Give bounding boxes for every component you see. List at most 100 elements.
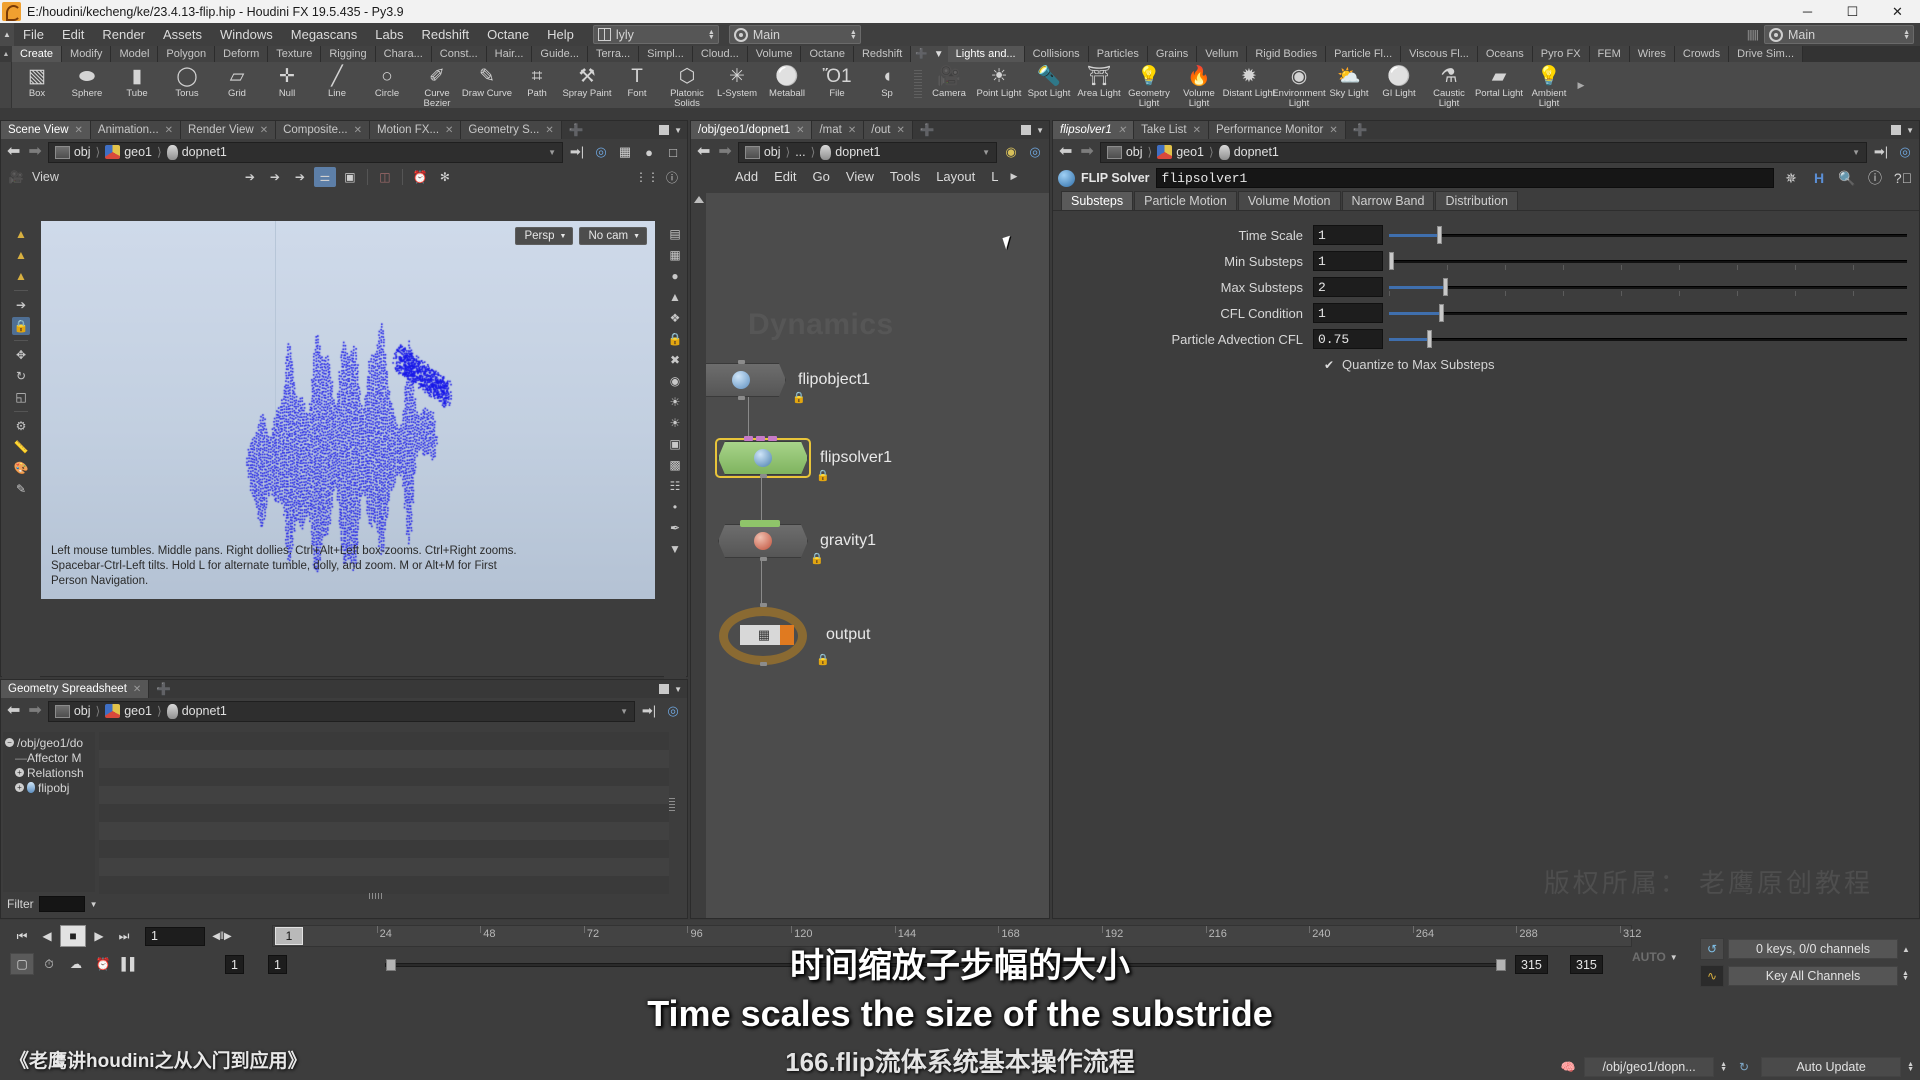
shelf-tool-distant-light[interactable]: ✹ Distant Light: [1223, 62, 1276, 108]
shelf-tab-const[interactable]: Const...: [431, 46, 487, 62]
view-tool-icon-2[interactable]: ▲: [12, 246, 30, 264]
menu-octane[interactable]: Octane: [478, 23, 538, 46]
param-input-cfl-condition[interactable]: 1: [1313, 303, 1383, 323]
net-crumb-ellipsis[interactable]: ...: [792, 145, 808, 159]
gs-crumb-obj[interactable]: obj: [52, 704, 94, 718]
node-gravity1[interactable]: gravity1 🔒: [718, 520, 876, 565]
network-menu-layout[interactable]: Layout: [928, 169, 983, 184]
display-icon[interactable]: ▣: [339, 167, 361, 187]
shelf-tab-viscous-fl[interactable]: Viscous Fl...: [1401, 46, 1478, 62]
param-slider-max-substeps[interactable]: [1389, 277, 1907, 297]
close-tab-icon[interactable]: ✕: [75, 125, 83, 136]
spreadsheet-add-tab-icon[interactable]: ➕: [149, 680, 178, 698]
bg-color-icon[interactable]: □: [663, 142, 683, 162]
menu-redshift[interactable]: Redshift: [412, 23, 478, 46]
network-menu-go[interactable]: Go: [805, 169, 838, 184]
sculpt-tool-icon[interactable]: ✎: [12, 480, 30, 498]
close-tab-icon[interactable]: ✕: [1193, 125, 1201, 136]
param-input-particle-advection-cfl[interactable]: 0.75: [1313, 329, 1383, 349]
path-dropdown-icon[interactable]: ▼: [548, 148, 559, 157]
grid-snap-icon[interactable]: ▦: [666, 246, 684, 264]
net-bookmark-icon[interactable]: ◉: [1001, 142, 1021, 162]
gs-crumb-dopnet1[interactable]: dopnet1: [164, 703, 230, 719]
down-icon[interactable]: ▼: [666, 540, 684, 558]
paint-tool-icon[interactable]: 🎨: [12, 459, 30, 477]
quantize-checkbox[interactable]: ✔: [1323, 358, 1335, 372]
search-icon[interactable]: 🔍: [1836, 167, 1858, 189]
flipsolver1-lock-icon[interactable]: 🔒: [816, 469, 830, 482]
shelf-tab-simpl[interactable]: Simpl...: [639, 46, 693, 62]
output-bottom[interactable]: [760, 662, 767, 666]
shelf-tool-ambient-light[interactable]: 💡 Ambient Light: [1524, 62, 1574, 108]
output-render-flag[interactable]: [780, 625, 794, 645]
help-icon[interactable]: ⓘ: [661, 167, 683, 187]
tab-geometry-spreadsheet[interactable]: Geometry Spreadsheet ✕: [1, 680, 150, 698]
lock-tool-icon[interactable]: 🔒: [12, 317, 30, 335]
tree-node--obj-geo1-do[interactable]: −/obj/geo1/do: [5, 735, 95, 750]
shelf-separator-grip[interactable]: [914, 70, 922, 100]
menu-scroll-icon[interactable]: ▲: [0, 23, 14, 46]
close-button[interactable]: ✕: [1875, 0, 1920, 23]
param-input-time-scale[interactable]: 1: [1313, 225, 1383, 245]
geo-display-icon[interactable]: ▦: [615, 142, 635, 162]
uv-icon[interactable]: ☷: [666, 477, 684, 495]
slider-knob[interactable]: [1426, 330, 1432, 348]
shelf-tool-volume-light[interactable]: 🔥 Volume Light: [1174, 62, 1224, 108]
bullet-icon[interactable]: •: [666, 498, 684, 516]
gs-back-arrow-icon[interactable]: ⬅: [5, 703, 22, 719]
filter-input[interactable]: [38, 896, 85, 912]
shelf-tab-collisions[interactable]: Collisions: [1024, 46, 1089, 62]
material-icon[interactable]: ▣: [666, 435, 684, 453]
pp-crumb-dopnet1[interactable]: dopnet1: [1216, 144, 1282, 160]
gs-forward-arrow-icon[interactable]: ➡: [26, 703, 43, 719]
network-scroll-up-icon[interactable]: [694, 196, 704, 203]
back-arrow-icon[interactable]: ⬅: [5, 144, 22, 160]
shelf-tool-environment-light[interactable]: ◉ Environment Light: [1272, 62, 1325, 108]
shelf-tool-spray-paint[interactable]: ⚒ Spray Paint: [562, 62, 612, 108]
maximize-pane-icon[interactable]: [659, 125, 670, 135]
flipsolver1-output[interactable]: [760, 474, 767, 478]
close-tab-icon[interactable]: ✕: [1118, 125, 1126, 136]
tab-render-view[interactable]: Render View ✕: [181, 121, 277, 139]
tab-performance-monitor[interactable]: Performance Monitor ✕: [1208, 121, 1346, 139]
spreadsheet-menu-icon[interactable]: ▼: [674, 685, 682, 694]
shelf-tool-platonic-solids[interactable]: ⬡ Platonic Solids: [662, 62, 712, 108]
shelf-tab-cloud[interactable]: Cloud...: [692, 46, 748, 62]
gs-crumb-geo1[interactable]: geo1: [102, 704, 155, 718]
node-output[interactable]: ▦ output 🔒: [718, 603, 870, 666]
snapshot-icon[interactable]: ⚌: [313, 167, 336, 187]
shelf-tool-metaball[interactable]: ⚪ Metaball: [762, 62, 812, 108]
close-tab-icon[interactable]: ✕: [545, 125, 553, 136]
pp-back-arrow-icon[interactable]: ⬅: [1057, 144, 1074, 160]
shelf-tool-area-light[interactable]: ⛩ Area Light: [1074, 62, 1124, 108]
lock-view-icon[interactable]: 🔒: [666, 330, 684, 348]
shelf-tool-gi-light[interactable]: ⚪ GI Light: [1374, 62, 1424, 108]
shelf-tool-point-light[interactable]: ☀ Point Light: [974, 62, 1024, 108]
shelf-tab-vellum[interactable]: Vellum: [1197, 46, 1248, 62]
shelf-tool-null[interactable]: ✛ Null: [262, 62, 312, 108]
shelf-tool-sp[interactable]: ◖ Sp: [862, 62, 912, 108]
shelf-tab-chara[interactable]: Chara...: [375, 46, 432, 62]
flipsolver1-input-2[interactable]: [756, 436, 765, 441]
node-flipobject1[interactable]: flipobject1 🔒: [706, 360, 870, 404]
spreadsheet-horizontal-grip[interactable]: [369, 893, 383, 899]
point-snap-icon[interactable]: ●: [666, 267, 684, 285]
menu-labs[interactable]: Labs: [366, 23, 412, 46]
gs-pin-icon[interactable]: ➡|: [639, 701, 659, 721]
persp-badge[interactable]: Persp ▼: [515, 227, 574, 245]
param-tab-volume-motion[interactable]: Volume Motion: [1237, 191, 1341, 210]
view-globe-icon[interactable]: ◉: [666, 372, 684, 390]
shelf-tab-create[interactable]: Create: [12, 46, 63, 62]
shelf-tool-portal-light[interactable]: ▰ Portal Light: [1474, 62, 1524, 108]
network-menu-overflow-icon[interactable]: ▶: [1010, 171, 1017, 182]
viewport-layout-spinner-right-icon[interactable]: ▲ ▼: [1903, 29, 1910, 41]
shelf-tool-draw-curve[interactable]: ✎ Draw Curve: [462, 62, 512, 108]
param-slider-particle-advection-cfl[interactable]: [1389, 329, 1907, 349]
menu-windows[interactable]: Windows: [211, 23, 282, 46]
shelf-tool-path[interactable]: ⌗ Path: [512, 62, 562, 108]
flipsolver1-body[interactable]: [715, 436, 811, 478]
pin-icon[interactable]: ➡|: [567, 142, 587, 162]
scene-add-tab-icon[interactable]: ➕: [562, 121, 591, 139]
pp-pin-icon[interactable]: ➡|: [1871, 142, 1891, 162]
viewport-layout-selector-right[interactable]: Main ▲ ▼: [1764, 25, 1914, 44]
